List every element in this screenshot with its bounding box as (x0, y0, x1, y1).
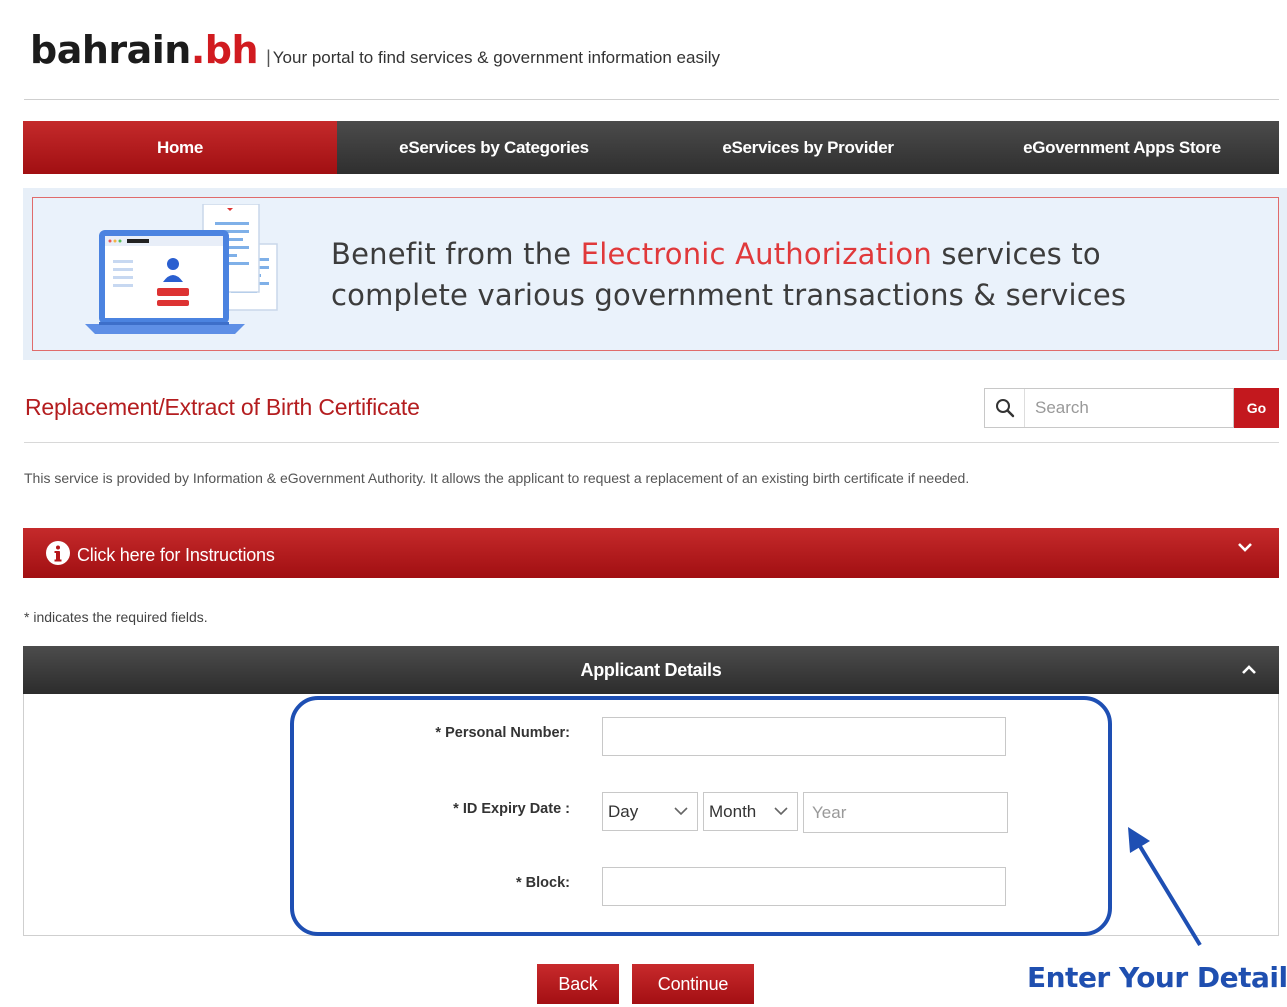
continue-button[interactable]: Continue (632, 964, 754, 1004)
instructions-label: Click here for Instructions (77, 544, 275, 565)
annotation-arrow-icon (1128, 827, 1202, 947)
back-button[interactable]: Back (537, 964, 619, 1004)
search-box (984, 388, 1234, 428)
main-nav: Home eServices by Categories eServices b… (23, 121, 1279, 174)
search-icon (985, 389, 1025, 427)
nav-item-eservices-by-categories[interactable]: eServices by Categories (337, 121, 651, 174)
required-fields-note: * indicates the required fields. (24, 609, 208, 625)
chevron-down-icon[interactable] (1237, 541, 1253, 553)
nav-item-home[interactable]: Home (23, 121, 337, 174)
site-logo[interactable]: bahrain.bh (30, 28, 259, 72)
chevron-up-icon[interactable] (1241, 663, 1257, 675)
info-icon (46, 541, 70, 565)
panel-title: Applicant Details (580, 659, 722, 680)
nav-item-egovernment-apps-store[interactable]: eGovernment Apps Store (965, 121, 1279, 174)
banner-line-1-suffix: services to (931, 237, 1101, 271)
page: bahrain.bh | Your portal to find service… (0, 0, 1287, 1007)
page-title: Replacement/Extract of Birth Certificate (25, 394, 420, 420)
annotation-highlight-box (290, 696, 1112, 936)
site-header: bahrain.bh | Your portal to find service… (30, 28, 720, 72)
banner-frame: Benefit from the Electronic Authorizatio… (32, 197, 1279, 351)
promo-banner[interactable]: Benefit from the Electronic Authorizatio… (23, 188, 1287, 360)
header-divider (24, 99, 1279, 100)
search-input[interactable] (1025, 398, 1225, 418)
banner-line-1-prefix: Benefit from the (331, 237, 581, 271)
logo-main: bahrain (30, 28, 191, 72)
service-description: This service is provided by Information … (24, 470, 970, 486)
logo-tld: .bh (190, 28, 259, 72)
header-separator: | (266, 47, 271, 67)
banner-line-2: complete various government transactions… (331, 278, 1127, 312)
applicant-details-header[interactable]: Applicant Details (23, 646, 1279, 694)
banner-text: Benefit from the Electronic Authorizatio… (331, 234, 1126, 316)
instructions-accordion[interactable]: Click here for Instructions (23, 528, 1279, 578)
laptop-documents-illustration (85, 204, 278, 334)
banner-line-1: Benefit from the Electronic Authorizatio… (331, 234, 1126, 275)
annotation-text: Enter Your Detail (1027, 961, 1287, 994)
title-divider (24, 442, 1279, 443)
banner-highlight: Electronic Authorization (580, 237, 932, 271)
site-tagline: Your portal to find services & governmen… (272, 48, 721, 67)
search-go-button[interactable]: Go (1234, 388, 1279, 428)
nav-item-eservices-by-provider[interactable]: eServices by Provider (651, 121, 965, 174)
